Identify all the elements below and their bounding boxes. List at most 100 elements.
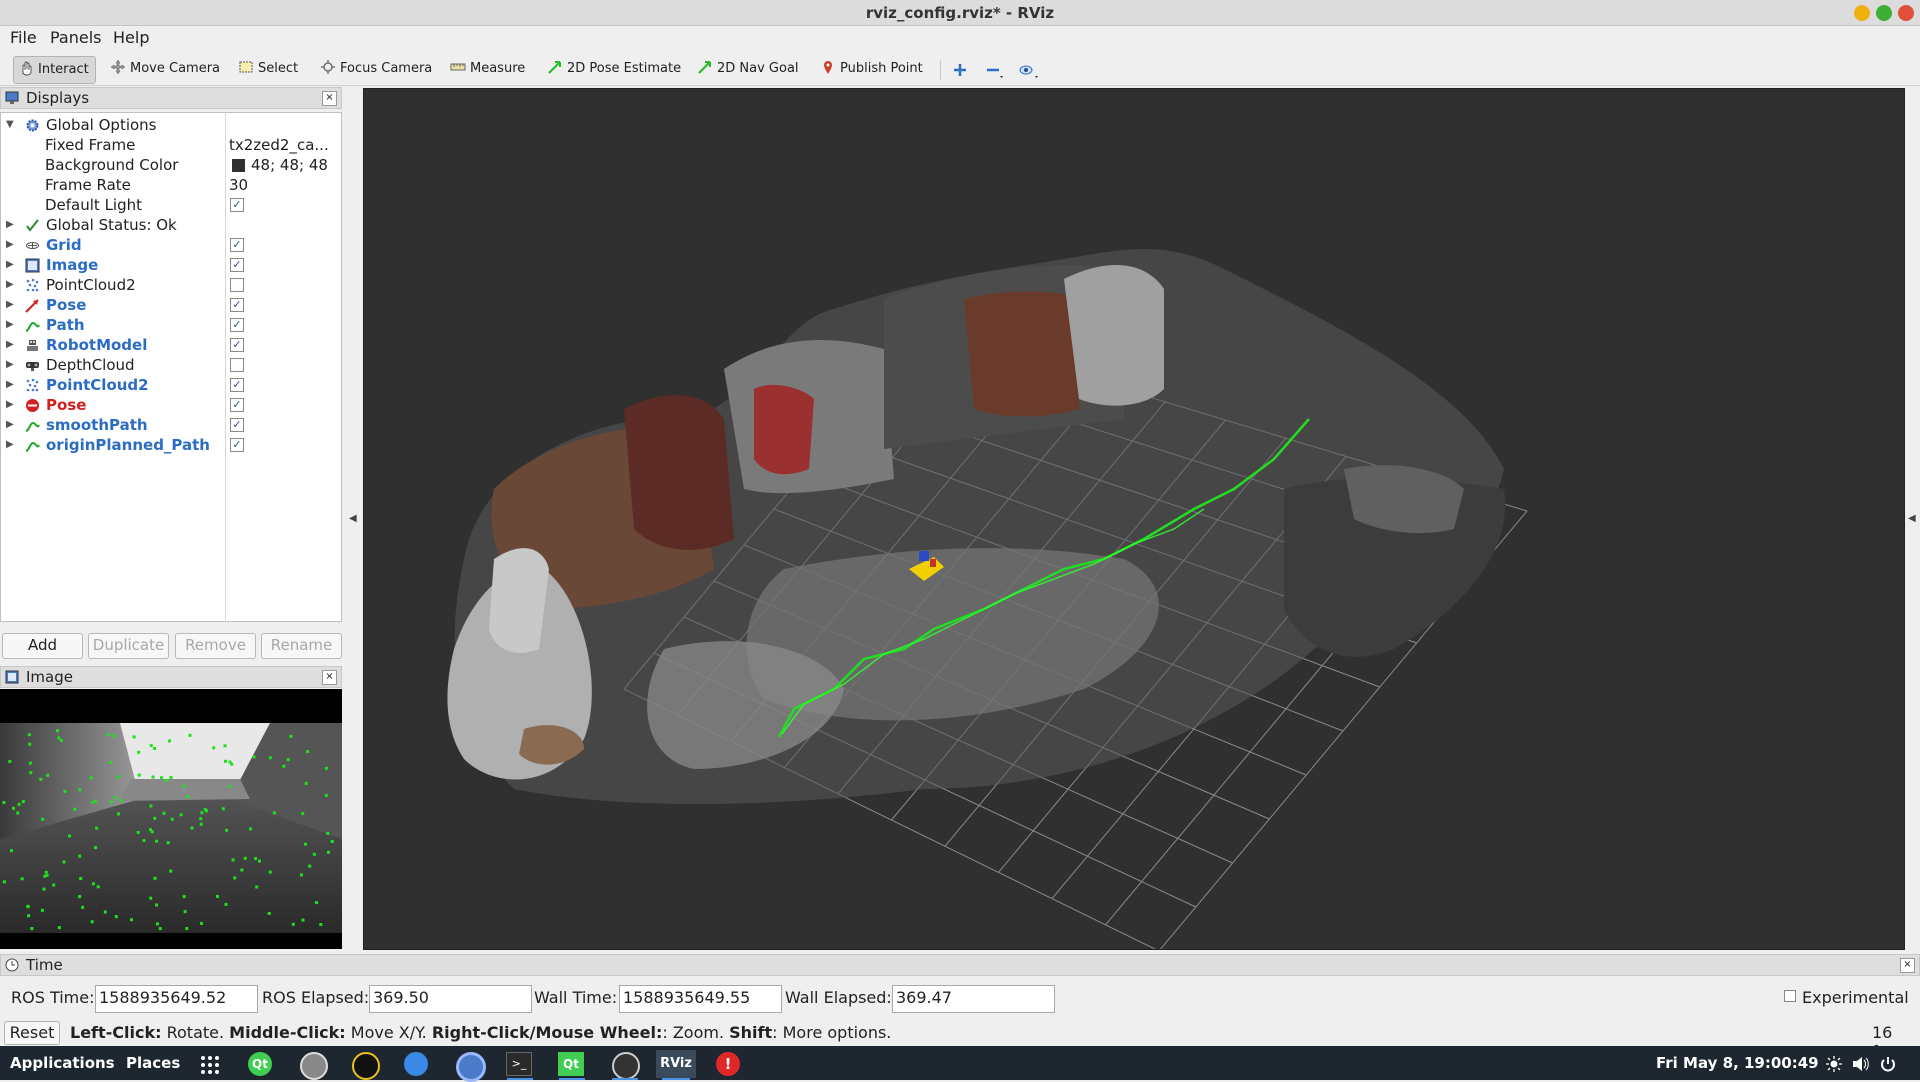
frame-rate-value[interactable]: 30 <box>229 175 248 195</box>
collapsed-arrow-icon[interactable]: ▶ <box>6 315 14 335</box>
display-enabled-checkbox[interactable]: ✓ <box>230 378 244 392</box>
display-enabled-checkbox[interactable]: ✓ <box>230 398 244 412</box>
ros-time-field[interactable]: 1588935649.52 <box>95 985 258 1013</box>
collapsed-arrow-icon[interactable]: ▶ <box>6 395 14 415</box>
tree-row-display[interactable]: ▶ originPlanned_Path ✓ <box>1 435 341 455</box>
tool-move-camera[interactable]: Move Camera <box>106 56 226 82</box>
display-enabled-checkbox[interactable] <box>230 278 244 292</box>
tree-row-display[interactable]: ▶ Image ✓ <box>1 255 341 275</box>
wall-time-field[interactable]: 1588935649.55 <box>619 985 782 1013</box>
tool-2d-nav-goal[interactable]: 2D Nav Goal <box>693 56 805 82</box>
close-window-button[interactable] <box>1898 5 1914 21</box>
collapsed-arrow-icon[interactable]: ▶ <box>6 335 14 355</box>
tree-row-display[interactable]: ▶ Pose ✓ <box>1 295 341 315</box>
collapsed-arrow-icon[interactable]: ▶ <box>6 355 14 375</box>
right-dock-splitter[interactable]: ◀ <box>1905 88 1920 950</box>
ros-elapsed-field[interactable]: 369.50 <box>369 985 532 1013</box>
tree-row-frame-rate[interactable]: Frame Rate 30 <box>1 175 341 195</box>
background-color-value[interactable]: 48; 48; 48 <box>251 155 328 175</box>
display-enabled-checkbox[interactable] <box>230 358 244 372</box>
tree-row-global-options[interactable]: ▼ Global Options <box>1 115 341 135</box>
color-swatch[interactable] <box>232 159 245 172</box>
display-enabled-checkbox[interactable]: ✓ <box>230 338 244 352</box>
qt-creator-icon[interactable]: Qt <box>248 1052 272 1076</box>
close-icon[interactable]: × <box>322 670 337 685</box>
tree-row-display[interactable]: ▶ RobotModel ✓ <box>1 335 341 355</box>
applications-menu[interactable]: Applications <box>10 1054 115 1072</box>
collapse-right-arrow-icon[interactable]: ◀ <box>1908 513 1916 524</box>
collapse-left-arrow-icon[interactable]: ◀ <box>349 513 357 524</box>
power-icon[interactable] <box>1880 1056 1896 1072</box>
display-enabled-checkbox[interactable]: ✓ <box>230 298 244 312</box>
terminal-icon[interactable]: >_ <box>506 1052 532 1076</box>
reset-button[interactable]: Reset <box>4 1021 60 1045</box>
window-titlebar[interactable]: rviz_config.rviz* - RViz <box>0 0 1920 26</box>
menu-panels[interactable]: Panels <box>50 26 102 52</box>
settings-gear-icon[interactable] <box>300 1052 328 1080</box>
tree-row-display[interactable]: ▶ DepthCloud <box>1 355 341 375</box>
collapsed-arrow-icon[interactable]: ▶ <box>6 215 14 235</box>
render-3d-viewport[interactable] <box>363 88 1905 950</box>
collapsed-arrow-icon[interactable]: ▶ <box>6 375 14 395</box>
close-icon[interactable]: × <box>322 91 337 106</box>
experimental-checkbox[interactable] <box>1784 990 1796 1002</box>
left-dock-splitter[interactable]: ◀ <box>343 88 363 950</box>
rename-display-button[interactable]: Rename <box>261 633 342 659</box>
tree-row-display[interactable]: ▶ Path ✓ <box>1 315 341 335</box>
rviz-taskbar-button[interactable]: RViz <box>656 1050 696 1078</box>
collapsed-arrow-icon[interactable]: ▶ <box>6 295 14 315</box>
close-icon[interactable]: × <box>1900 958 1915 973</box>
error-report-icon[interactable]: ! <box>716 1052 740 1076</box>
tree-row-display[interactable]: ▶ smoothPath ✓ <box>1 415 341 435</box>
camera-image-view[interactable] <box>0 689 342 949</box>
collapsed-arrow-icon[interactable]: ▶ <box>6 415 14 435</box>
tree-row-background-color[interactable]: Background Color 48; 48; 48 <box>1 155 341 175</box>
browser-icon[interactable] <box>404 1052 428 1076</box>
wall-elapsed-field[interactable]: 369.47 <box>892 985 1055 1013</box>
tree-row-display[interactable]: ▶ Grid ✓ <box>1 235 341 255</box>
qt-designer-icon[interactable]: Qt <box>558 1052 584 1076</box>
tree-row-fixed-frame[interactable]: Fixed Frame tx2zed2_ca... <box>1 135 341 155</box>
tree-row-default-light[interactable]: Default Light ✓ <box>1 195 341 215</box>
tool-2d-pose-estimate[interactable]: 2D Pose Estimate <box>543 56 687 82</box>
clock[interactable]: Fri May 8, 19:00:49 <box>1656 1054 1819 1072</box>
display-enabled-checkbox[interactable]: ✓ <box>230 318 244 332</box>
collapsed-arrow-icon[interactable]: ▶ <box>6 235 14 255</box>
minimize-button[interactable] <box>1854 5 1870 21</box>
places-menu[interactable]: Places <box>126 1054 180 1072</box>
expanded-arrow-icon[interactable]: ▼ <box>6 115 14 135</box>
tree-row-display[interactable]: ▶ Pose ✓ <box>1 395 341 415</box>
tool-interact[interactable]: Interact <box>13 56 96 84</box>
display-enabled-checkbox[interactable]: ✓ <box>230 438 244 452</box>
remove-display-button[interactable]: Remove <box>175 633 256 659</box>
tree-row-display[interactable]: ▶ PointCloud2 ✓ <box>1 375 341 395</box>
tool-measure[interactable]: Measure <box>446 56 531 82</box>
tool-publish-point[interactable]: Publish Point <box>816 56 929 82</box>
checkbox[interactable]: ✓ <box>230 198 244 212</box>
menu-file[interactable]: File <box>10 26 37 52</box>
remove-tool-icon[interactable] <box>985 62 1005 80</box>
duplicate-display-button[interactable]: Duplicate <box>88 633 169 659</box>
maximize-button[interactable] <box>1876 5 1892 21</box>
app-grid-icon[interactable] <box>200 1055 220 1075</box>
menu-help[interactable]: Help <box>113 26 149 52</box>
collapsed-arrow-icon[interactable]: ▶ <box>6 435 14 455</box>
collapsed-arrow-icon[interactable]: ▶ <box>6 275 14 295</box>
volume-icon[interactable] <box>1852 1056 1870 1072</box>
tree-row-global-status[interactable]: ▶ Global Status: Ok <box>1 215 341 235</box>
add-display-button[interactable]: Add <box>2 633 83 659</box>
tool-focus-camera[interactable]: Focus Camera <box>316 56 438 82</box>
collapsed-arrow-icon[interactable]: ▶ <box>6 255 14 275</box>
display-enabled-checkbox[interactable]: ✓ <box>230 238 244 252</box>
display-enabled-checkbox[interactable]: ✓ <box>230 258 244 272</box>
ros-robot-icon[interactable] <box>612 1052 640 1080</box>
fixed-frame-value[interactable]: tx2zed2_ca... <box>229 135 329 155</box>
tree-row-display[interactable]: ▶ PointCloud2 <box>1 275 341 295</box>
view-options-icon[interactable] <box>1018 62 1040 80</box>
display-enabled-checkbox[interactable]: ✓ <box>230 418 244 432</box>
brightness-icon[interactable] <box>1826 1056 1842 1072</box>
add-tool-icon[interactable] <box>952 62 968 78</box>
chromium-icon[interactable] <box>456 1052 486 1082</box>
penguin-chat-icon[interactable] <box>352 1052 380 1080</box>
tool-select[interactable]: Select <box>234 56 304 82</box>
